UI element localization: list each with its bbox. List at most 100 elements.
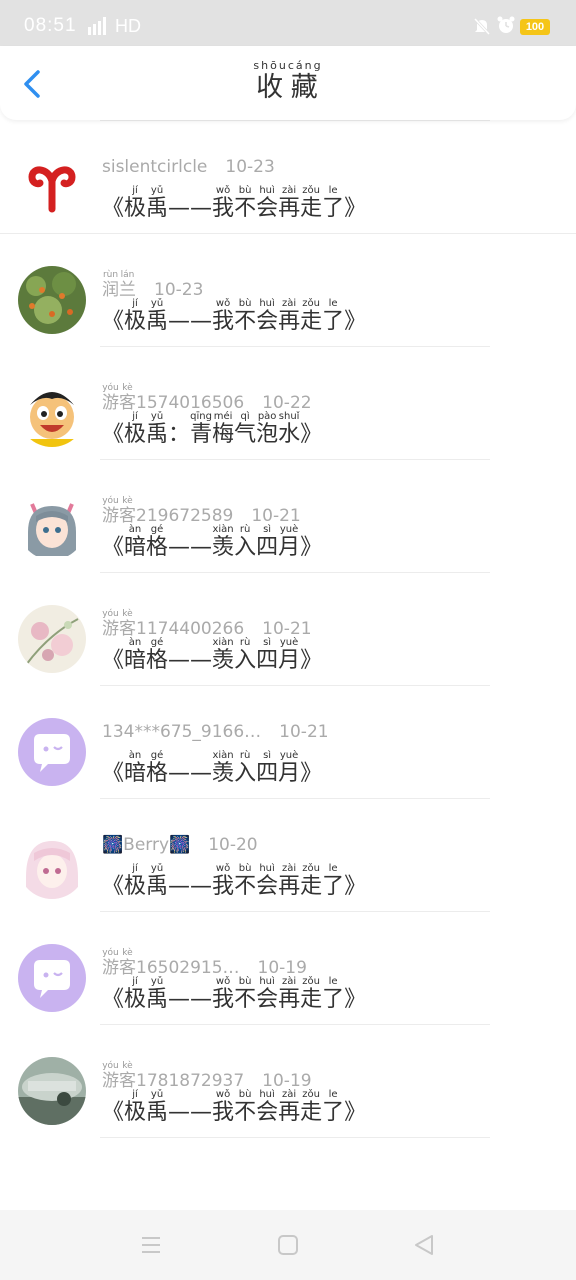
char: — xyxy=(168,309,191,334)
list-item[interactable]: 游yóu客kè219672589 10-21 《暗àn格gé——羡xiàn入rù四s… xyxy=(0,460,576,573)
char: 四sì xyxy=(256,750,279,786)
char: 我wǒ xyxy=(212,976,235,1012)
list-item[interactable]: 游yóu客kè1574016506 10-22 《极jí禹yǔ：青qīng梅méi气… xyxy=(0,347,576,460)
char: 再zài xyxy=(278,976,301,1012)
misty-photo-image xyxy=(18,1057,86,1125)
char: 再zài xyxy=(278,185,301,221)
char: 会huì xyxy=(256,976,279,1012)
char: 禹yǔ xyxy=(146,185,169,221)
user-name[interactable]: sislentcirlcle xyxy=(102,157,207,177)
char: 了le xyxy=(322,976,345,1012)
char: 《 xyxy=(102,309,125,334)
char: 客kè xyxy=(119,1061,136,1091)
avatar[interactable] xyxy=(18,1057,86,1125)
aries-symbol-image xyxy=(18,153,86,221)
char: 暗àn xyxy=(124,637,147,673)
avatar[interactable] xyxy=(18,718,86,786)
anime-girl-horns-image xyxy=(18,492,86,560)
user-name[interactable]: 游yóu客kè219672589 xyxy=(102,496,234,526)
item-date: 10-23 xyxy=(154,280,204,300)
favorites-list: 知短情腈鹤《极jí禹yǔ——我wǒ不bù会huì再zài走zǒu了le》sisl… xyxy=(0,120,576,1210)
char: 游yóu xyxy=(102,383,119,413)
char: 游yóu xyxy=(102,609,119,639)
item-date: 10-19 xyxy=(257,958,307,978)
list-item[interactable]: 游yóu客kè1781872937 10-19 《极jí禹yǔ——我wǒ不bù会hu… xyxy=(0,1025,576,1138)
char: 16502915… xyxy=(136,958,240,978)
item-date: 10-21 xyxy=(251,506,301,526)
char: 》 xyxy=(344,987,367,1012)
char: 四sì xyxy=(256,524,279,560)
page-title: 收shōu藏cáng xyxy=(0,59,576,104)
char: 🎆Berry🎆 xyxy=(102,835,191,855)
char: 》 xyxy=(300,648,323,673)
user-name[interactable]: 🎆Berry🎆 xyxy=(102,835,190,855)
item-content[interactable]: 《极jí禹yǔ：青qīng梅méi气qì泡pào水shuǐ》 xyxy=(102,411,322,447)
item-meta: 游yóu客kè1781872937 10-19 xyxy=(102,1061,312,1091)
char: 游yóu xyxy=(102,496,119,526)
char: — xyxy=(190,761,213,786)
list-item[interactable]: sislentcirlcle 10-23 《极jí禹yǔ——我wǒ不bù会huì再z… xyxy=(0,121,576,234)
item-date: 10-21 xyxy=(279,722,329,742)
avatar[interactable] xyxy=(18,379,86,447)
back-triangle-icon[interactable] xyxy=(411,1232,437,1258)
list-item[interactable]: 游yóu客kè1174400266 10-21 《暗àn格gé——羡xiàn入rù四… xyxy=(0,573,576,686)
menu-icon[interactable] xyxy=(138,1232,164,1258)
char: 客kè xyxy=(119,383,136,413)
list-item[interactable]: 润rùn兰lán10-23 《极jí禹yǔ——我wǒ不bù会huì再zài走zǒu… xyxy=(0,234,576,347)
char: 我wǒ xyxy=(212,298,235,334)
char: — xyxy=(190,874,213,899)
list-item[interactable]: 134***675_9166… 10-21 《暗àn格gé——羡xiàn入rù四sì… xyxy=(0,686,576,799)
item-content[interactable]: 《极jí禹yǔ——我wǒ不bù会huì再zài走zǒu了le》 xyxy=(102,298,366,334)
user-name[interactable]: 游yóu客kè1574016506 xyxy=(102,383,244,413)
item-meta: 游yóu客kè219672589 10-21 xyxy=(102,496,301,526)
char: 再zài xyxy=(278,298,301,334)
avatar[interactable] xyxy=(18,831,86,899)
home-square-icon[interactable] xyxy=(275,1232,301,1258)
char: 了le xyxy=(322,185,345,221)
avatar[interactable] xyxy=(18,944,86,1012)
avatar[interactable] xyxy=(18,153,86,221)
char: — xyxy=(190,196,213,221)
item-content[interactable]: 《暗àn格gé——羡xiàn入rù四sì月yuè》 xyxy=(102,637,322,673)
char: 《 xyxy=(102,761,125,786)
char: 《 xyxy=(102,648,125,673)
avatar[interactable] xyxy=(18,605,86,673)
user-name[interactable]: 游yóu客kè1174400266 xyxy=(102,609,244,639)
char: 》 xyxy=(344,309,367,334)
char: — xyxy=(168,648,191,673)
user-name[interactable]: 润rùn兰lán xyxy=(102,270,136,300)
char: 219672589 xyxy=(136,506,234,526)
item-content[interactable]: 《暗àn格gé——羡xiàn入rù四sì月yuè》 xyxy=(102,750,322,786)
char: 极jí xyxy=(124,976,147,1012)
alarm-icon xyxy=(496,15,516,35)
char: 禹yǔ xyxy=(146,863,169,899)
char: 极jí xyxy=(124,411,147,447)
item-content[interactable]: 《暗àn格gé——羡xiàn入rù四sì月yuè》 xyxy=(102,524,322,560)
list-item[interactable]: 游yóu客kè16502915… 10-19 《极jí禹yǔ——我wǒ不bù会huì… xyxy=(0,912,576,1025)
char: 会huì xyxy=(256,1089,279,1125)
char: sislentcirlcle xyxy=(102,157,208,177)
item-date: 10-23 xyxy=(225,157,275,177)
char: 《 xyxy=(102,422,125,447)
item-content[interactable]: 《极jí禹yǔ——我wǒ不bù会huì再zài走zǒu了le》 xyxy=(102,1089,366,1125)
char: 再zài xyxy=(278,863,301,899)
char: — xyxy=(168,535,191,560)
user-name[interactable]: 134***675_9166… xyxy=(102,722,261,742)
item-content[interactable]: 《极jí禹yǔ——我wǒ不bù会huì再zài走zǒu了le》 xyxy=(102,185,366,221)
item-meta: 游yóu客kè16502915… 10-19 xyxy=(102,948,307,978)
char: 暗àn xyxy=(124,750,147,786)
char: 不bù xyxy=(234,1089,257,1125)
page-header: 收shōu藏cáng xyxy=(0,46,576,120)
avatar[interactable] xyxy=(18,492,86,560)
item-date: 10-20 xyxy=(208,835,258,855)
user-name[interactable]: 游yóu客kè1781872937 xyxy=(102,1061,244,1091)
default-chat-bubble-image xyxy=(18,718,86,786)
avatar[interactable] xyxy=(18,266,86,334)
char: 入rù xyxy=(234,637,257,673)
item-content[interactable]: 《极jí禹yǔ——我wǒ不bù会huì再zài走zǒu了le》 xyxy=(102,863,366,899)
list-item[interactable]: 🎆Berry🎆 10-20 《极jí禹yǔ——我wǒ不bù会huì再zài走zǒu了… xyxy=(0,799,576,912)
char: 》 xyxy=(344,874,367,899)
item-content[interactable]: 《极jí禹yǔ——我wǒ不bù会huì再zài走zǒu了le》 xyxy=(102,976,366,1012)
user-name[interactable]: 游yóu客kè16502915… xyxy=(102,948,240,978)
char: 》 xyxy=(344,196,367,221)
